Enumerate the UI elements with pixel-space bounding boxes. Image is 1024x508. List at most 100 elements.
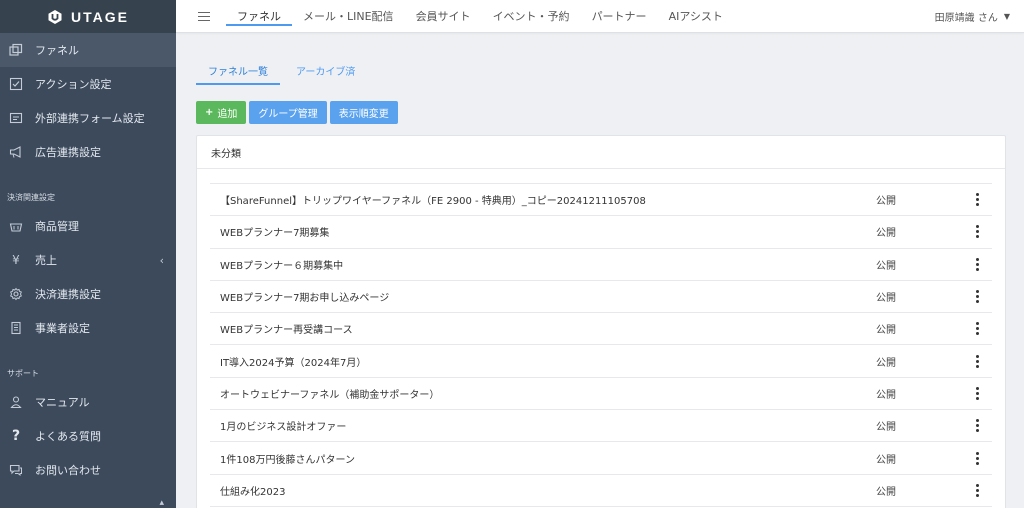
basket-icon: [9, 219, 23, 233]
question-icon: ?: [11, 428, 21, 444]
chat-icon: [9, 463, 23, 477]
menu-toggle-icon[interactable]: [198, 9, 210, 24]
sidebar-item-business-settings[interactable]: 事業者設定: [0, 311, 176, 345]
funnel-name[interactable]: WEBプランナー7期お申し込みページ: [210, 289, 876, 304]
tab-archived[interactable]: アーカイブ済: [284, 55, 367, 85]
sidebar-item-label: お問い合わせ: [35, 464, 101, 477]
topnav-ai-assist[interactable]: AIアシスト: [658, 0, 734, 33]
topnav-event[interactable]: イベント・予約: [482, 0, 581, 33]
status-text: 公開: [876, 422, 896, 434]
sidebar-section-payment: 決済関連設定: [7, 193, 55, 202]
group-manage-button[interactable]: グループ管理: [249, 101, 327, 124]
yen-icon: ¥: [12, 253, 20, 267]
plus-icon: +: [205, 107, 214, 118]
logo-text: UTAGE: [71, 8, 129, 25]
sidebar-item-sales[interactable]: ¥ 売上 ‹: [0, 243, 176, 277]
sidebar-item-label: よくある質問: [35, 430, 101, 443]
utage-logo-icon: [48, 9, 62, 24]
funnel-panel: 未分類 【ShareFunnel】トリップワイヤーファネル（FE 2900 - …: [196, 135, 1006, 508]
funnel-name[interactable]: WEBプランナー再受講コース: [210, 321, 876, 336]
sidebar-item-label: 外部連携フォーム設定: [35, 112, 145, 125]
topnav-partner[interactable]: パートナー: [581, 0, 658, 33]
status-text: 公開: [876, 196, 896, 208]
topnav-mail-line[interactable]: メール・LINE配信: [292, 0, 405, 33]
funnel-name[interactable]: IT導入2024予算（2024年7月）: [210, 354, 876, 369]
sidebar-item-products[interactable]: 商品管理: [0, 209, 176, 243]
sidebar-item-action-settings[interactable]: アクション設定: [0, 67, 176, 101]
user-name: 田原靖識 さん: [934, 13, 998, 24]
funnel-name[interactable]: 仕組み化2023: [210, 483, 876, 498]
add-button-label: 追加: [217, 109, 238, 120]
status-text: 公開: [876, 293, 896, 305]
more-vertical-icon[interactable]: [962, 322, 992, 336]
gear-icon: [9, 287, 23, 301]
table-row[interactable]: オートウェビナーファネル（補助金サポーター） 公開: [210, 378, 992, 411]
caret-down-icon: ▼: [1003, 12, 1010, 21]
table-row[interactable]: 1月のビジネス設計オファー 公開: [210, 410, 992, 443]
funnel-name[interactable]: オートウェビナーファネル（補助金サポーター）: [210, 386, 876, 401]
table-row[interactable]: 仕組み化2023 公開: [210, 475, 992, 507]
more-vertical-icon[interactable]: [962, 225, 992, 239]
table-row[interactable]: WEBプランナー7期募集 公開: [210, 216, 992, 249]
funnel-name[interactable]: WEBプランナー7期募集: [210, 224, 876, 239]
user-menu[interactable]: 田原靖識 さん ▼: [935, 0, 1010, 33]
more-vertical-icon[interactable]: [962, 386, 992, 400]
funnel-tabs: ファネル一覧 アーカイブ済: [196, 55, 1006, 85]
topnav-member-site[interactable]: 会員サイト: [405, 0, 482, 33]
display-order-button[interactable]: 表示順変更: [329, 101, 398, 124]
megaphone-icon: [9, 145, 23, 159]
building-icon: [9, 321, 23, 335]
top-nav: ファネル メール・LINE配信 会員サイト イベント・予約 パートナー AIアシ…: [226, 0, 734, 33]
sidebar-item-label: アクション設定: [35, 78, 112, 91]
funnel-name[interactable]: 1件108万円後藤さんパターン: [210, 451, 876, 466]
more-vertical-icon[interactable]: [962, 451, 992, 465]
table-row[interactable]: WEBプランナー６期募集中 公開: [210, 249, 992, 281]
more-vertical-icon[interactable]: [962, 483, 992, 497]
chevron-up-icon[interactable]: ▴: [159, 498, 164, 508]
sidebar-item-faq[interactable]: ? よくある質問: [0, 419, 176, 453]
topnav-funnel[interactable]: ファネル: [226, 0, 292, 33]
status-text: 公開: [876, 325, 896, 337]
sidebar-item-ad-integration[interactable]: 広告連携設定: [0, 135, 176, 169]
sidebar-item-payment-integration[interactable]: 決済連携設定: [0, 277, 176, 311]
sidebar-item-label: 商品管理: [35, 220, 79, 233]
table-row[interactable]: WEBプランナー7期お申し込みページ 公開: [210, 281, 992, 314]
sidebar-item-label: ファネル: [35, 44, 79, 57]
status-text: 公開: [876, 260, 896, 272]
sidebar-item-funnel[interactable]: ファネル: [0, 33, 176, 67]
chevron-left-icon: ‹: [159, 253, 164, 267]
table-row[interactable]: 【ShareFunnel】トリップワイヤーファネル（FE 2900 - 特典用）…: [210, 184, 992, 217]
sidebar-item-contact[interactable]: お問い合わせ: [0, 453, 176, 487]
sidebar-item-external-form[interactable]: 外部連携フォーム設定: [0, 101, 176, 135]
status-text: 公開: [876, 486, 896, 498]
sidebar-section-support: サポート: [7, 369, 39, 378]
person-icon: [9, 395, 23, 409]
sidebar-item-manual[interactable]: マニュアル: [0, 385, 176, 419]
funnel-name[interactable]: WEBプランナー６期募集中: [210, 257, 876, 272]
action-buttons: + 追加 グループ管理 表示順変更: [196, 101, 1006, 124]
funnel-list: 【ShareFunnel】トリップワイヤーファネル（FE 2900 - 特典用）…: [210, 183, 992, 507]
sidebar-item-label: 事業者設定: [35, 322, 90, 335]
app-logo[interactable]: UTAGE: [0, 0, 176, 33]
sidebar: UTAGE ファネル アクション設定 外部連携フォーム設定 広告連携設定 決済関…: [0, 0, 176, 508]
funnel-name[interactable]: 【ShareFunnel】トリップワイヤーファネル（FE 2900 - 特典用）…: [210, 192, 876, 207]
top-navbar: ファネル メール・LINE配信 会員サイト イベント・予約 パートナー AIアシ…: [176, 0, 1024, 33]
more-vertical-icon[interactable]: [962, 419, 992, 433]
more-vertical-icon[interactable]: [962, 193, 992, 207]
funnel-name[interactable]: 1月のビジネス設計オファー: [210, 418, 876, 433]
form-icon: [9, 111, 23, 125]
panel-title: 未分類: [197, 136, 1005, 169]
status-text: 公開: [876, 389, 896, 401]
add-button[interactable]: + 追加: [196, 101, 247, 124]
sidebar-item-label: 決済連携設定: [35, 288, 101, 301]
more-vertical-icon[interactable]: [962, 354, 992, 368]
more-vertical-icon[interactable]: [962, 257, 992, 271]
status-text: 公開: [876, 357, 896, 369]
funnel-icon: [9, 43, 23, 57]
table-row[interactable]: IT導入2024予算（2024年7月） 公開: [210, 345, 992, 378]
table-row[interactable]: WEBプランナー再受講コース 公開: [210, 313, 992, 346]
sidebar-item-label: 売上: [35, 254, 57, 267]
more-vertical-icon[interactable]: [962, 290, 992, 304]
table-row[interactable]: 1件108万円後藤さんパターン 公開: [210, 442, 992, 475]
tab-funnel-list[interactable]: ファネル一覧: [196, 55, 280, 85]
